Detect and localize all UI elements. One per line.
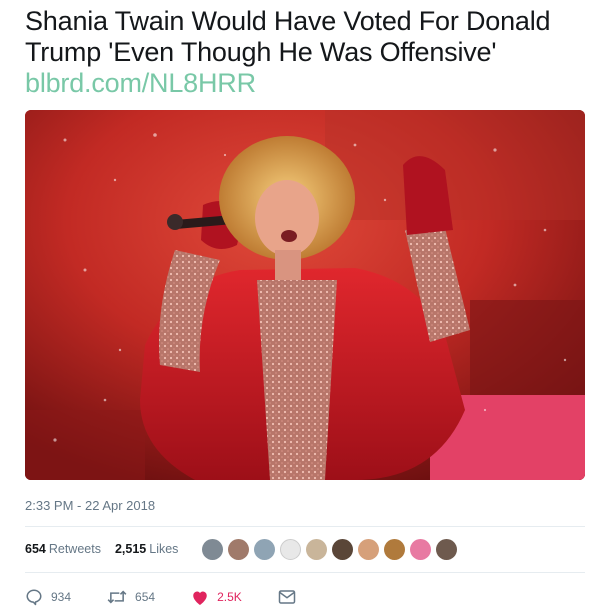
retweet-count: 654 [135, 590, 156, 604]
envelope-icon [278, 590, 295, 604]
tweet-link[interactable]: blbrd.com/NL8HRR [25, 68, 585, 99]
likes-stat[interactable]: 2,515 Likes [115, 542, 178, 556]
like-button[interactable]: 2.5K [191, 589, 242, 606]
heart-icon [193, 591, 207, 605]
retweets-stat[interactable]: 654 Retweets [25, 542, 101, 556]
retweets-label: Retweets [48, 542, 101, 556]
liker-avatar[interactable] [228, 538, 250, 560]
reply-icon [26, 589, 42, 606]
liker-avatar[interactable] [254, 538, 276, 560]
liker-avatars [202, 538, 462, 560]
liker-avatar[interactable] [410, 538, 432, 560]
liker-avatar[interactable] [332, 538, 354, 560]
liker-avatar[interactable] [384, 538, 406, 560]
tweet-stats: 654 Retweets 2,515 Likes [25, 528, 585, 570]
tweet-photo[interactable] [25, 110, 585, 480]
liker-avatar[interactable] [280, 538, 302, 560]
liker-avatar[interactable] [436, 538, 458, 560]
liker-avatar[interactable] [306, 538, 328, 560]
tweet-text: Shania Twain Would Have Voted For Donald… [25, 6, 585, 99]
retweets-count: 654 [25, 542, 46, 556]
retweet-icon [107, 590, 127, 604]
tweet-text-line-1: Shania Twain Would Have Voted For Donald [25, 6, 551, 36]
concert-photo-image [25, 110, 585, 480]
tweet-timestamp[interactable]: 2:33 PM - 22 Apr 2018 [25, 498, 155, 513]
direct-message-button[interactable] [278, 589, 296, 605]
tweet-text-line-2: Trump 'Even Though He Was Offensive' [25, 37, 497, 67]
likes-label: Likes [149, 542, 179, 556]
tweet-actions: 934 654 2.5K [25, 586, 585, 608]
divider [25, 526, 585, 527]
retweet-button[interactable]: 654 [107, 588, 155, 606]
reply-count: 934 [51, 590, 72, 604]
reply-button[interactable]: 934 [25, 588, 71, 606]
liker-avatar[interactable] [358, 538, 380, 560]
liker-avatar[interactable] [202, 538, 224, 560]
divider [25, 572, 585, 573]
tweet-card: Shania Twain Would Have Voted For Donald… [0, 0, 595, 613]
likes-count: 2,515 [114, 542, 147, 556]
like-count: 2.5K [217, 590, 242, 604]
